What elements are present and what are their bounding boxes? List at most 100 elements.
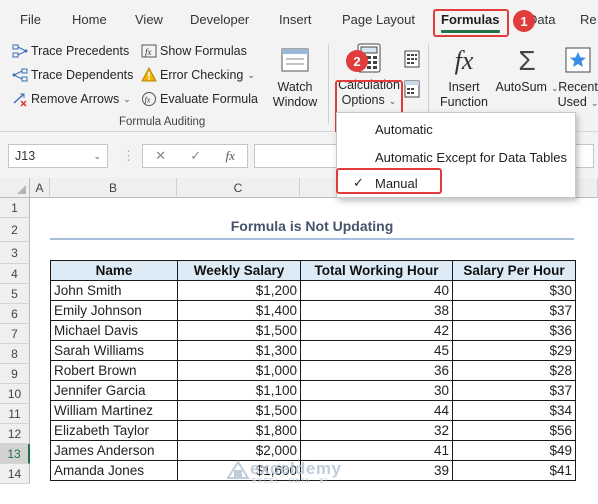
cell-name[interactable]: Emily Johnson bbox=[50, 300, 178, 321]
cell-weekly-salary[interactable]: $1,800 bbox=[177, 420, 301, 441]
table-row: Robert Brown $1,000 36 $28 bbox=[50, 360, 576, 381]
cell-working-hour[interactable]: 30 bbox=[300, 380, 453, 401]
cell-working-hour[interactable]: 44 bbox=[300, 400, 453, 421]
menu-insert[interactable]: Insert bbox=[279, 12, 312, 27]
evaluate-formula-button[interactable]: fx Evaluate Formula bbox=[141, 91, 258, 107]
recently-used-button[interactable]: Recent Used ⌄ bbox=[558, 44, 598, 111]
cancel-entry-icon[interactable]: ✕ bbox=[155, 148, 166, 164]
cell-weekly-salary[interactable]: $1,500 bbox=[177, 320, 301, 341]
table-row: William Martinez $1,500 44 $34 bbox=[50, 400, 576, 421]
row-header-5[interactable]: 5 bbox=[0, 284, 30, 304]
calculate-sheet-icon[interactable] bbox=[404, 80, 420, 101]
option-automatic[interactable]: Automatic bbox=[337, 115, 575, 143]
menu-developer[interactable]: Developer bbox=[190, 12, 249, 27]
watermark-name: exceldemy bbox=[250, 459, 342, 478]
menu-view[interactable]: View bbox=[135, 12, 163, 27]
row-header-2[interactable]: 2 bbox=[0, 218, 30, 242]
menu-page-layout[interactable]: Page Layout bbox=[342, 12, 415, 27]
menu-home[interactable]: Home bbox=[72, 12, 107, 27]
calculate-now-icon[interactable] bbox=[404, 50, 420, 71]
cell-weekly-salary[interactable]: $1,300 bbox=[177, 340, 301, 361]
cell-salary-per-hour[interactable]: $29 bbox=[452, 340, 576, 361]
column-header-a[interactable]: A bbox=[30, 178, 50, 198]
menu-review[interactable]: Re bbox=[580, 12, 597, 27]
table-header-row: Name Weekly Salary Total Working Hour Sa… bbox=[50, 260, 576, 281]
cell-working-hour[interactable]: 38 bbox=[300, 300, 453, 321]
confirm-entry-icon[interactable]: ✓ bbox=[190, 148, 201, 164]
error-checking-caret-icon[interactable]: ⌄ bbox=[247, 70, 255, 81]
column-header-c[interactable]: C bbox=[177, 178, 300, 198]
cell-salary-per-hour[interactable]: $49 bbox=[452, 440, 576, 461]
insert-function-button[interactable]: fx Insert Function bbox=[436, 44, 492, 110]
name-box[interactable]: J13 ⌄ bbox=[8, 144, 108, 168]
cell-salary-per-hour[interactable]: $36 bbox=[452, 320, 576, 341]
cell-salary-per-hour[interactable]: $28 bbox=[452, 360, 576, 381]
cell-working-hour[interactable]: 40 bbox=[300, 280, 453, 301]
row-header-11[interactable]: 11 bbox=[0, 404, 30, 424]
show-formulas-button[interactable]: fx Show Formulas bbox=[141, 43, 247, 59]
cell-working-hour[interactable]: 45 bbox=[300, 340, 453, 361]
cell-weekly-salary[interactable]: $1,500 bbox=[177, 400, 301, 421]
insert-function-fx-icon[interactable]: fx bbox=[225, 148, 234, 164]
trace-dependents-button[interactable]: Trace Dependents bbox=[12, 67, 133, 83]
error-checking-button[interactable]: Error Checking ⌄ bbox=[141, 67, 255, 83]
header-salary-per-hour[interactable]: Salary Per Hour bbox=[452, 260, 576, 281]
cell-salary-per-hour[interactable]: $34 bbox=[452, 400, 576, 421]
select-all-corner[interactable] bbox=[0, 178, 30, 198]
row-header-4[interactable]: 4 bbox=[0, 264, 30, 284]
name-box-caret-icon[interactable]: ⌄ bbox=[93, 151, 101, 162]
cell-name[interactable]: Jennifer Garcia bbox=[50, 380, 178, 401]
header-total-working-hour[interactable]: Total Working Hour bbox=[300, 260, 453, 281]
watch-window-button[interactable]: Watch Window bbox=[271, 44, 319, 110]
recently-used-caret-icon: ⌄ bbox=[590, 98, 598, 108]
cell-working-hour[interactable]: 36 bbox=[300, 360, 453, 381]
cell-salary-per-hour[interactable]: $41 bbox=[452, 460, 576, 481]
cell-name[interactable]: William Martinez bbox=[50, 400, 178, 421]
cell-salary-per-hour[interactable]: $30 bbox=[452, 280, 576, 301]
header-weekly-salary[interactable]: Weekly Salary bbox=[177, 260, 301, 281]
cell-name[interactable]: Sarah Williams bbox=[50, 340, 178, 361]
trace-precedents-button[interactable]: Trace Precedents bbox=[12, 43, 129, 59]
row-header-8[interactable]: 8 bbox=[0, 344, 30, 364]
ribbon-separator bbox=[328, 44, 329, 124]
row-header-12[interactable]: 12 bbox=[0, 424, 30, 444]
cell-name[interactable]: James Anderson bbox=[50, 440, 178, 461]
watch-window-icon bbox=[279, 44, 311, 76]
row-header-9[interactable]: 9 bbox=[0, 364, 30, 384]
cell-name[interactable]: Robert Brown bbox=[50, 360, 178, 381]
cell-name[interactable]: Michael Davis bbox=[50, 320, 178, 341]
cell-name[interactable]: Elizabeth Taylor bbox=[50, 420, 178, 441]
cell-weekly-salary[interactable]: $1,000 bbox=[177, 360, 301, 381]
cell-salary-per-hour[interactable]: $56 bbox=[452, 420, 576, 441]
cell-salary-per-hour[interactable]: $37 bbox=[452, 300, 576, 321]
row-header-6[interactable]: 6 bbox=[0, 304, 30, 324]
cell-salary-per-hour[interactable]: $37 bbox=[452, 380, 576, 401]
cell-weekly-salary[interactable]: $1,200 bbox=[177, 280, 301, 301]
cell-working-hour[interactable]: 42 bbox=[300, 320, 453, 341]
column-header-b[interactable]: B bbox=[50, 178, 177, 198]
row-header-10[interactable]: 10 bbox=[0, 384, 30, 404]
row-header-13[interactable]: 13 bbox=[0, 444, 30, 464]
evaluate-formula-icon: fx bbox=[141, 91, 157, 107]
row-header-3[interactable]: 3 bbox=[0, 242, 30, 264]
manual-highlight-box bbox=[336, 168, 442, 194]
show-formulas-icon: fx bbox=[141, 43, 157, 59]
header-name[interactable]: Name bbox=[50, 260, 178, 281]
worksheet-grid: A B C D E 1 2 3 4 5 6 7 8 9 10 11 12 13 … bbox=[0, 178, 598, 504]
cell-name[interactable]: Amanda Jones bbox=[50, 460, 178, 481]
cell-weekly-salary[interactable]: $1,400 bbox=[177, 300, 301, 321]
cell-weekly-salary[interactable]: $1,100 bbox=[177, 380, 301, 401]
autosum-button[interactable]: Σ AutoSum ⌄ bbox=[496, 44, 559, 96]
cell-name[interactable]: John Smith bbox=[50, 280, 178, 301]
step-badge-2: 2 bbox=[346, 50, 368, 72]
remove-arrows-caret-icon[interactable]: ⌄ bbox=[123, 94, 131, 105]
insert-function-icon: fx bbox=[454, 45, 474, 75]
row-header-1[interactable]: 1 bbox=[0, 198, 30, 218]
trace-dependents-icon bbox=[12, 67, 28, 83]
cell-working-hour[interactable]: 32 bbox=[300, 420, 453, 441]
menu-file[interactable]: File bbox=[20, 12, 41, 27]
option-automatic-except-data-tables[interactable]: Automatic Except for Data Tables bbox=[337, 143, 575, 171]
row-header-7[interactable]: 7 bbox=[0, 324, 30, 344]
row-header-14[interactable]: 14 bbox=[0, 464, 30, 484]
remove-arrows-button[interactable]: Remove Arrows ⌄ bbox=[12, 91, 131, 107]
